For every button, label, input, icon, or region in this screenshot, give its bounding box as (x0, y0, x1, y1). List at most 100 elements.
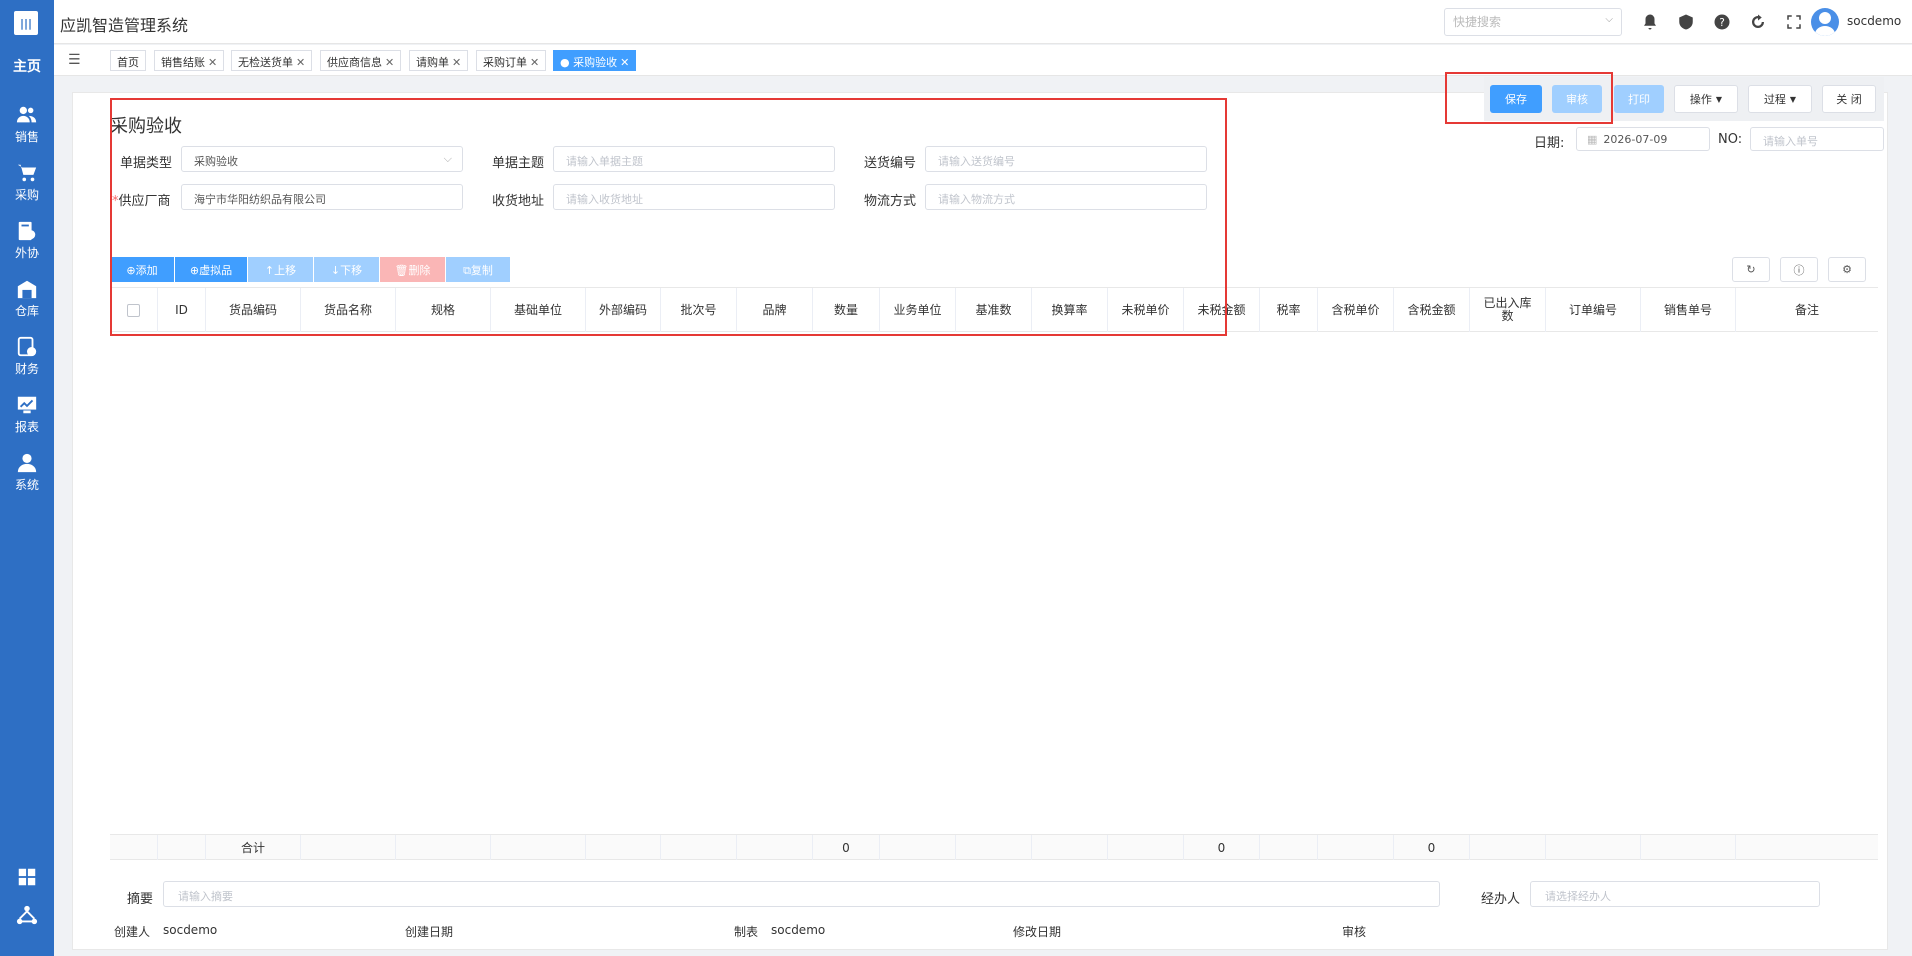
sidebar-item-system[interactable]: 系统 (0, 446, 54, 498)
column-header[interactable]: 基础单位 (491, 288, 586, 332)
tab-delivery-note[interactable]: 无检送货单 ✕ (231, 50, 313, 71)
sidebar-item-report[interactable]: 报表 (0, 388, 54, 440)
add-virtual-button[interactable]: ⊕虚拟品 (175, 257, 247, 282)
address-label: 收货地址 (492, 194, 545, 209)
created-date-label: 创建日期 (405, 925, 454, 939)
add-row-button[interactable]: ⊕添加 (110, 257, 174, 282)
apps-grid-button[interactable] (0, 864, 54, 892)
close-icon[interactable]: ✕ (530, 56, 539, 69)
save-button[interactable]: 保存 (1490, 85, 1542, 113)
column-header[interactable]: 品牌 (737, 288, 813, 332)
subject-input[interactable]: 请输入单据主题 (553, 146, 835, 172)
copy-row-button[interactable]: ⧉复制 (446, 257, 510, 282)
sidebar-item-sales[interactable]: 销售 (0, 98, 54, 150)
tab-home[interactable]: 首页 (110, 50, 146, 71)
help-icon[interactable]: ? (1712, 12, 1732, 32)
column-header[interactable]: 批次号 (661, 288, 737, 332)
sidebar-home[interactable]: 主页 (0, 46, 54, 86)
tab-purchase-order[interactable]: 采购订单 ✕ (476, 50, 547, 71)
column-header[interactable]: 未税单价 (1108, 288, 1184, 332)
reviewer-label: 审核 (1342, 925, 1367, 939)
print-button[interactable]: 打印 (1614, 85, 1664, 113)
delivery-no-input[interactable]: 请输入送货编号 (925, 146, 1207, 172)
grid-info-icon[interactable]: ⓘ (1780, 257, 1818, 282)
creator-label: 创建人 (114, 925, 151, 939)
quick-search-select[interactable]: 快捷搜索 ⌵ (1444, 8, 1622, 36)
column-header[interactable]: 备注 (1736, 288, 1878, 332)
refresh-icon[interactable] (1748, 12, 1768, 32)
user-icon (17, 453, 37, 472)
column-header[interactable]: 销售单号 (1641, 288, 1736, 332)
process-dropdown[interactable]: 过程 ▼ (1748, 85, 1812, 113)
column-header[interactable]: 数量 (813, 288, 880, 332)
checkbox[interactable] (127, 303, 140, 317)
app-logo-icon[interactable]: ||| (12, 9, 40, 37)
grid-refresh-icon[interactable]: ↻ (1732, 257, 1770, 282)
fullscreen-icon[interactable] (1784, 12, 1804, 32)
column-header[interactable]: 规格 (396, 288, 491, 332)
column-header[interactable]: 货品编码 (206, 288, 301, 332)
tab-label: ● 采购验收 (560, 56, 618, 69)
column-header[interactable]: 外部编码 (586, 288, 661, 332)
column-header[interactable]: 未税金额 (1184, 288, 1260, 332)
close-icon[interactable]: ✕ (296, 56, 305, 69)
column-header[interactable]: 业务单位 (880, 288, 956, 332)
caret-down-icon: ▼ (1789, 94, 1797, 104)
operate-dropdown[interactable]: 操作 ▼ (1674, 85, 1738, 113)
sidebar-item-purchase[interactable]: 采购 (0, 156, 54, 208)
close-icon[interactable]: ✕ (452, 56, 461, 69)
select-all-checkbox[interactable] (110, 288, 158, 332)
handler-label: 经办人 (1481, 892, 1521, 907)
footer-cell (1260, 835, 1318, 860)
doc-type-value: 采购验收 (194, 155, 238, 168)
shield-icon[interactable] (1676, 12, 1696, 32)
username[interactable]: socdemo (1847, 14, 1901, 28)
close-icon[interactable]: ✕ (208, 56, 217, 69)
grid-settings-icon[interactable]: ⚙ (1828, 257, 1866, 282)
delete-row-button[interactable]: 🗑删除 (380, 257, 445, 282)
avatar[interactable] (1811, 8, 1839, 36)
tab-purchase-acceptance[interactable]: ● 采购验收 ✕ (553, 50, 637, 71)
sidebar-item-label: 销售 (14, 129, 39, 144)
network-icon (16, 905, 38, 925)
footer-cell (1546, 835, 1641, 860)
grid-header: ID 货品编码 货品名称 规格 基础单位 外部编码 批次号 品牌 数量 业务单位… (110, 287, 1878, 332)
close-icon[interactable]: ✕ (385, 56, 394, 69)
column-header[interactable]: 基准数 (956, 288, 1032, 332)
sidebar-item-finance[interactable]: 财务 (0, 330, 54, 382)
audit-button[interactable]: 审核 (1552, 85, 1602, 113)
no-label: NO: (1718, 132, 1743, 147)
summary-label: 摘要 (127, 892, 154, 907)
menu-toggle-icon[interactable]: ☰ (68, 52, 81, 68)
address-input[interactable]: 请输入收货地址 (553, 184, 835, 210)
column-header[interactable]: 含税金额 (1394, 288, 1470, 332)
tab-sales-settlement[interactable]: 销售结账 ✕ (154, 50, 225, 71)
column-header[interactable]: 订单编号 (1546, 288, 1641, 332)
summary-input[interactable]: 请输入摘要 (163, 881, 1440, 907)
close-button[interactable]: 关 闭 (1822, 85, 1876, 113)
sidebar-item-warehouse[interactable]: 仓库 (0, 272, 54, 324)
column-header[interactable]: 已出入库数 (1470, 288, 1546, 332)
sidebar-item-outsource[interactable]: 外协 (0, 214, 54, 266)
sidebar-item-label: 仓库 (14, 303, 39, 318)
column-header[interactable]: ID (158, 288, 206, 332)
close-icon[interactable]: ✕ (620, 56, 629, 69)
no-field[interactable]: 请输入单号 (1750, 127, 1884, 151)
bell-icon[interactable] (1640, 12, 1660, 32)
tab-requisition[interactable]: 请购单 ✕ (409, 50, 469, 71)
doc-type-select[interactable]: 采购验收 ⌵ (181, 146, 463, 172)
move-down-button[interactable]: ↓下移 (314, 257, 379, 282)
supplier-field[interactable]: 海宁市华阳纺织品有限公司 (181, 184, 463, 210)
move-up-button[interactable]: ↑上移 (248, 257, 313, 282)
footer-cell (586, 835, 661, 860)
quick-search-placeholder: 快捷搜索 (1453, 15, 1502, 29)
date-field[interactable]: ▦ 2026-07-09 (1576, 127, 1710, 151)
column-header[interactable]: 换算率 (1032, 288, 1108, 332)
column-header[interactable]: 税率 (1260, 288, 1318, 332)
logistics-input[interactable]: 请输入物流方式 (925, 184, 1207, 210)
tab-supplier-info[interactable]: 供应商信息 ✕ (320, 50, 402, 71)
handler-select[interactable]: 请选择经办人 (1530, 881, 1820, 907)
column-header[interactable]: 货品名称 (301, 288, 396, 332)
network-button[interactable] (0, 902, 54, 930)
column-header[interactable]: 含税单价 (1318, 288, 1394, 332)
